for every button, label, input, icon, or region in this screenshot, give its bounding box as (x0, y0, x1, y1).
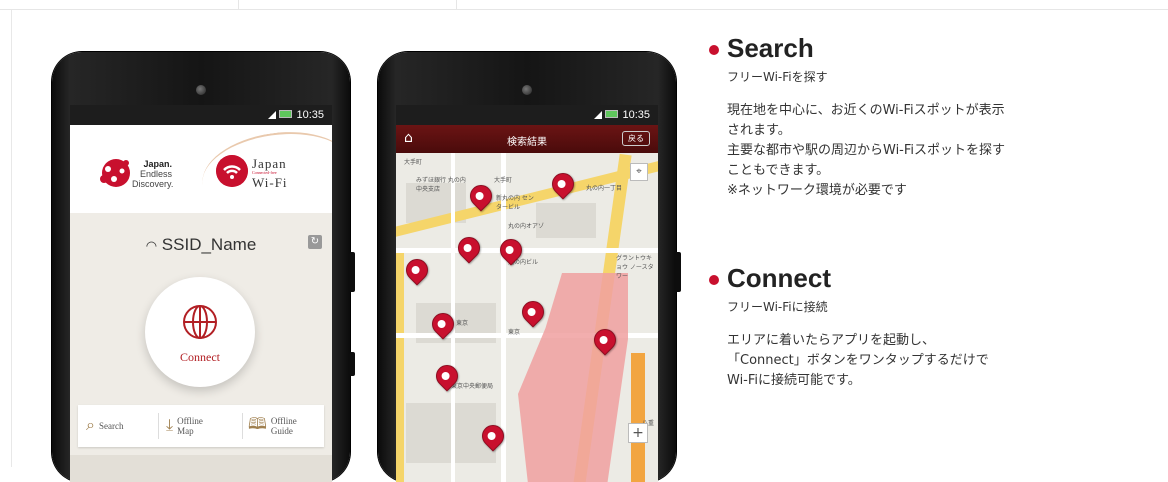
map-label: 東京 (456, 320, 469, 327)
japan-endless-discovery-logo: Japan. Endless Discovery. (132, 159, 174, 189)
wifi-spot-pin-icon[interactable] (517, 296, 549, 328)
japan-flower-logo-icon (100, 159, 130, 187)
ssid-display: ◠ SSID_Name (70, 235, 332, 255)
tab-offline-guide-label: Offline Guide (270, 416, 297, 436)
status-bar: 10:35 (396, 105, 658, 125)
tab-search-label: Search (98, 421, 124, 431)
search-pin-icon: ⌕ (86, 417, 95, 434)
section-title: Search (727, 33, 814, 63)
feature-section-search: Search フリーWi-Fiを探す 現在地を中心に、お近くのWi-Fiスポット… (709, 33, 1005, 201)
status-time: 10:35 (622, 109, 650, 121)
map-view[interactable]: 大手町 みずほ銀行 丸の内中央支店 大手町 丸の内一丁目 新丸の内 センタービル… (396, 153, 658, 482)
tab-search[interactable]: ⌕ Search (86, 405, 156, 447)
map-label: 大手町 (494, 177, 513, 184)
app-footer (70, 455, 332, 482)
brand-japan-line2: Endless (139, 169, 172, 179)
tab-divider (158, 413, 159, 439)
tab-divider (456, 0, 457, 9)
locate-me-icon[interactable]: ⌖ (630, 163, 648, 181)
brand-japan-line3: Discovery. (132, 179, 174, 189)
phone-mockup-search: 10:35 ⌂ 検索結果 戻る 大手町 みずほ銀行 丸の内中央支店 大手町 丸の… (378, 52, 681, 482)
body-line: こともできます。 (727, 163, 830, 178)
phone-mockup-connect: 10:35 Japan. Endless Discovery. Japan Co… (52, 52, 355, 482)
side-button (675, 252, 681, 292)
section-title: Connect (727, 263, 831, 293)
body-line: Wi-Fiに接続可能です。 (727, 373, 861, 388)
tab-divider (238, 0, 239, 9)
map-label: 大手町 (404, 159, 423, 166)
nav-bar: ⌂ 検索結果 戻る (396, 125, 658, 153)
side-button (349, 252, 355, 292)
tab-offline-map[interactable]: ⤓ Offline Map (166, 405, 240, 447)
map-label: 東京 (508, 329, 521, 336)
map-road-major (396, 253, 404, 482)
status-time: 10:35 (296, 109, 324, 121)
connect-label: Connect (180, 350, 220, 364)
side-button (349, 352, 355, 376)
section-body: 現在地を中心に、お近くのWi-Fiスポットが表示 されます。 主要な都市や駅の周… (727, 101, 1005, 201)
body-line: 「Connect」ボタンをワンタップするだけで (727, 353, 989, 368)
body-line: ※ネットワーク環境が必要です (727, 183, 907, 198)
brand-wifi-title: Japan (252, 156, 287, 171)
map-label: グラントウキョウ ノースタワー (616, 255, 654, 280)
feature-section-connect: Connect フリーWi-Fiに接続 エリアに着いたらアプリを起動し、 「Co… (709, 263, 989, 391)
brand-japan-title: Japan. (143, 159, 172, 169)
map-label: 丸の内オアゾ (508, 223, 545, 230)
nav-title: 検索結果 (507, 137, 547, 148)
body-line: エリアに着いたらアプリを起動し、 (727, 333, 936, 348)
wifi-icon: ◠ (145, 238, 158, 253)
top-tab-strip (0, 0, 1168, 10)
tab-offline-guide[interactable]: 🕮 Offline Guide (248, 405, 322, 447)
zoom-in-button[interactable]: + (628, 423, 648, 443)
section-subtitle: フリーWi-Fiを探す (727, 70, 828, 84)
map-label: 東京中央郵便局 (451, 383, 494, 390)
battery-icon (605, 110, 619, 118)
map-label: 丸の内一丁目 (586, 185, 623, 192)
open-book-icon: 🕮 (248, 415, 267, 433)
status-bar: 10:35 (70, 105, 332, 125)
wifi-spot-pin-icon[interactable] (401, 254, 433, 286)
map-label: 新丸の内 センタービル (496, 195, 534, 211)
japan-wifi-wordmark: Japan Connected-free Wi-Fi (252, 157, 288, 189)
wifi-spot-pin-icon[interactable] (453, 232, 485, 264)
battery-icon (279, 110, 293, 118)
body-line: されます。 (727, 123, 791, 138)
bullet-dot (709, 275, 719, 285)
tab-divider (242, 413, 243, 439)
map-block (536, 203, 596, 238)
bottom-tab-bar: ⌕ Search ⤓ Offline Map 🕮 Offline Guide (78, 405, 324, 447)
camera-icon (522, 85, 532, 95)
tab-offline-map-label: Offline Map (177, 416, 203, 436)
brand-wifi-title2: Wi-Fi (252, 175, 288, 190)
section-body: エリアに着いたらアプリを起動し、 「Connect」ボタンをワンタップするだけで… (727, 331, 989, 391)
globe-icon (183, 305, 217, 339)
app-screen: 10:35 Japan. Endless Discovery. Japan Co… (70, 105, 332, 482)
download-tray-icon: ⤓ (166, 417, 174, 434)
map-screen: 10:35 ⌂ 検索結果 戻る 大手町 みずほ銀行 丸の内中央支店 大手町 丸の… (396, 105, 658, 482)
content-border (11, 10, 12, 467)
camera-icon (196, 85, 206, 95)
bullet-dot (709, 45, 719, 55)
signal-icon (268, 111, 277, 119)
body-line: 現在地を中心に、お近くのWi-Fiスポットが表示 (727, 103, 1005, 118)
japan-wifi-logo-icon (216, 155, 248, 187)
refresh-icon[interactable]: ↻ (308, 235, 322, 249)
ssid-name: SSID_Name (161, 235, 257, 254)
back-button[interactable]: 戻る (622, 131, 650, 146)
connect-button[interactable]: Connect (145, 277, 255, 387)
app-header: Japan. Endless Discovery. Japan Connecte… (70, 122, 332, 226)
signal-icon (594, 111, 603, 119)
section-subtitle: フリーWi-Fiに接続 (727, 300, 828, 314)
body-line: 主要な都市や駅の周辺からWi-Fiスポットを探す (727, 143, 1006, 158)
map-label: みずほ銀行 丸の内中央支店 (416, 177, 466, 193)
